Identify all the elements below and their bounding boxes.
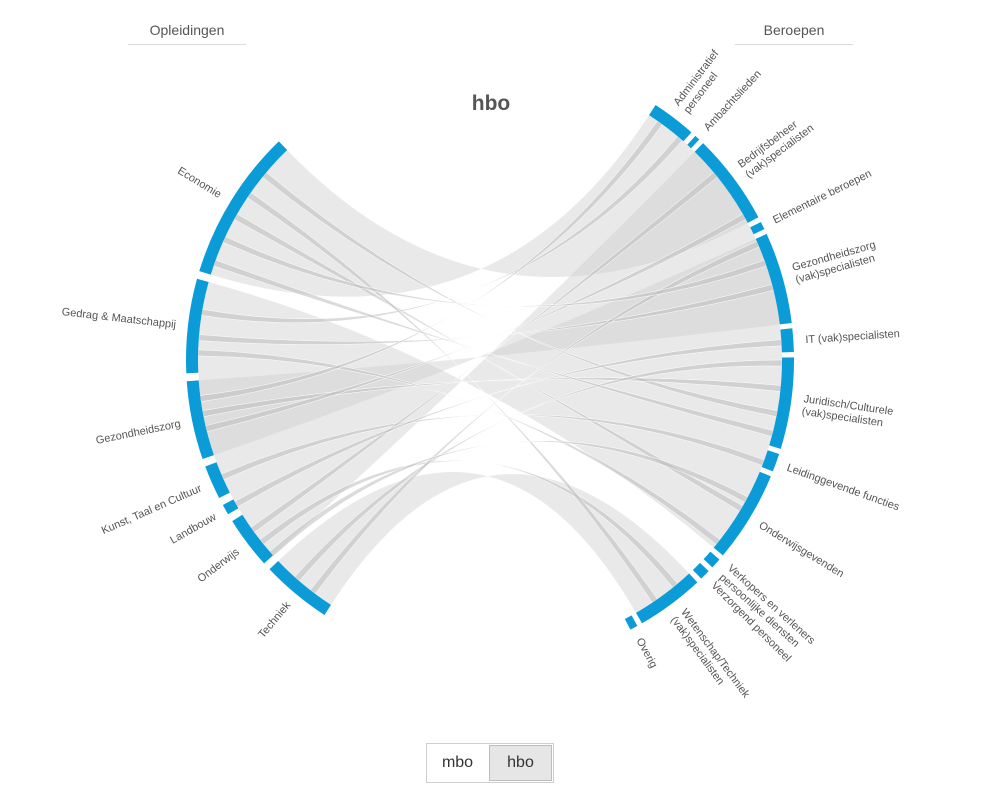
group-label: Overig: [634, 636, 660, 670]
group-label: Onderwijs: [195, 546, 242, 585]
beroep-overig[interactable]: [624, 615, 638, 630]
group-label-line: IT (vak)specialisten: [805, 328, 900, 346]
group-label: IT (vak)specialisten: [805, 328, 900, 346]
ribbons-layer: [197, 115, 783, 613]
beroep-verkopers-en-verleners-persoonlijke-diensten[interactable]: [703, 551, 720, 568]
beroep-ambachtslieden[interactable]: [687, 135, 700, 149]
arc-segment[interactable]: [703, 551, 720, 568]
group-label-line: Overig: [634, 636, 660, 670]
group-label-line: Economie: [175, 165, 223, 201]
group-label: Gezondheidszorg(vak)specialisten: [791, 239, 881, 286]
group-label: Onderwijsgevenden: [757, 520, 846, 581]
group-label: Economie: [175, 165, 223, 201]
group-label-line: Wetenschap/Techniek: [678, 607, 752, 701]
arc-segment[interactable]: [692, 562, 709, 579]
group-label: Landbouw: [168, 511, 218, 546]
chord-diagram: Economie Gedrag & Maatschappij Gezondheids…: [61, 47, 901, 708]
group-label: Techniek: [256, 599, 293, 640]
group-label: Gedrag & Maatschappij: [61, 306, 177, 331]
hbo-button[interactable]: hbo: [489, 745, 552, 781]
group-label-line: Onderwijsgevenden: [757, 520, 846, 581]
group-label-line: Landbouw: [168, 511, 218, 546]
group-label-line: Leidinggevende functies: [785, 462, 901, 514]
group-label: Juridisch/Culturele(vak)specialisten: [801, 393, 894, 430]
group-label-line: Elementaire beroepen: [771, 168, 873, 227]
beroep-it-vak-specialisten[interactable]: [780, 328, 794, 353]
mbo-button[interactable]: mbo: [427, 744, 488, 782]
group-label: Gezondheidszorg: [95, 418, 182, 447]
group-label-line: Onderwijs: [195, 546, 242, 585]
level-switcher: mbo hbo: [426, 743, 554, 783]
group-label: Bedrijfsbeheer(vak)specialisten: [736, 112, 816, 181]
group-label-line: Techniek: [256, 599, 293, 640]
group-label: Elementaire beroepen: [771, 168, 873, 227]
arc-segment[interactable]: [624, 615, 638, 630]
group-label: Wetenschap/Techniek(vak)specialisten: [668, 607, 752, 708]
beroep-verzorgend-personeel[interactable]: [692, 562, 709, 579]
group-label: Leidinggevende functies: [785, 462, 901, 514]
arc-segment[interactable]: [687, 135, 700, 149]
group-label-line: Gedrag & Maatschappij: [61, 306, 177, 331]
arc-segment[interactable]: [780, 328, 794, 353]
group-label-line: Gezondheidszorg: [95, 418, 182, 447]
